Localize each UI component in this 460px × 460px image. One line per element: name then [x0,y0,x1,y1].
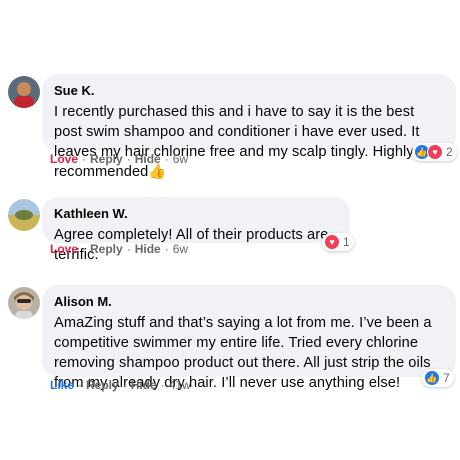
separator: · [126,152,131,166]
comment-actions: Love · Reply · Hide · 6w [50,242,188,256]
hide-button[interactable]: Hide [135,242,161,256]
love-icon: ♥ [427,144,443,160]
reply-button[interactable]: Reply [90,152,123,166]
reaction-count: 1 [343,235,350,249]
separator: · [164,152,169,166]
reaction-count: 2 [446,145,453,159]
reaction-summary[interactable]: 👍 ♥ 2 [412,143,457,161]
comment-bubble: Alison M. AmaZing stuff and that’s sayin… [42,285,456,391]
comment-actions: Like · Reply · Hide · 41w [50,378,191,392]
separator: · [78,378,83,392]
hide-button[interactable]: Hide [135,152,161,166]
timestamp[interactable]: 6w [173,242,188,256]
like-button[interactable]: Like [50,378,74,392]
separator: · [82,152,87,166]
separator: · [82,242,87,256]
comment-text: I recently purchased this and i have to … [54,104,420,180]
comment-bubble: Kathleen W. Agree completely! All of the… [42,197,350,263]
separator: · [126,242,131,256]
timestamp[interactable]: 41w [169,378,191,392]
comment-actions: Love · Reply · Hide · 6w [50,152,188,166]
separator: · [122,378,127,392]
comment-bubble: Sue K. I recently purchased this and i h… [42,74,456,180]
timestamp[interactable]: 6w [173,152,188,166]
love-icon: ♥ [324,234,340,250]
reply-button[interactable]: Reply [86,378,119,392]
reply-button[interactable]: Reply [90,242,123,256]
reaction-count: 7 [443,371,450,385]
reaction-summary[interactable]: ♥ 1 [322,233,354,251]
avatar[interactable] [8,199,40,231]
hide-button[interactable]: Hide [131,378,157,392]
avatar[interactable] [8,76,40,108]
comment-author[interactable]: Alison M. [54,293,444,310]
comment-author[interactable]: Sue K. [54,82,444,99]
like-icon: 👍 [424,370,440,386]
comment-author[interactable]: Kathleen W. [54,205,338,222]
avatar[interactable] [8,287,40,319]
separator: · [164,242,169,256]
love-button[interactable]: Love [50,152,78,166]
reaction-summary[interactable]: 👍 7 [422,369,454,387]
love-button[interactable]: Love [50,242,78,256]
separator: · [160,378,165,392]
